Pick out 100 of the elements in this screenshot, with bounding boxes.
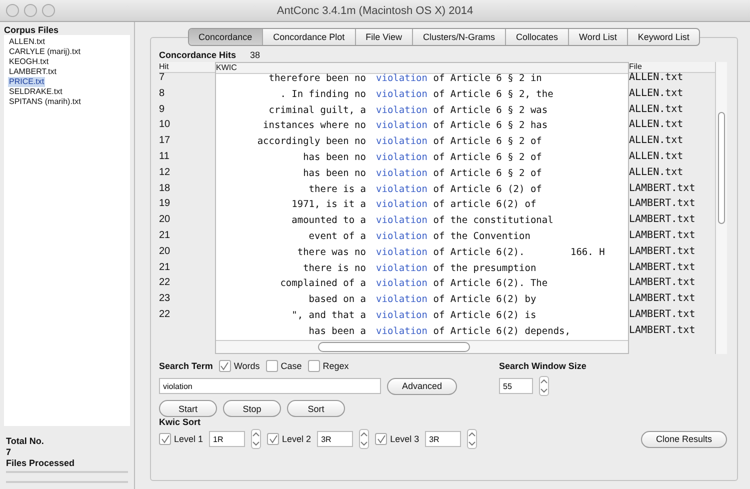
keyword[interactable]: violation	[376, 120, 428, 132]
file-name: LAMBERT.txt	[629, 308, 696, 320]
sort-level-field[interactable]: 1R	[209, 431, 246, 447]
checkbox[interactable]	[375, 433, 388, 445]
corpus-files-heading: Corpus Files	[4, 25, 60, 35]
right-context: of Article 6(2). 166. H	[433, 246, 605, 258]
left-context: accordingly been no	[257, 136, 366, 148]
hit-number: 10	[159, 119, 170, 130]
keyword[interactable]: violation	[376, 326, 428, 337]
action-button[interactable]: Stop	[223, 400, 281, 417]
vertical-scrollbar[interactable]	[715, 62, 727, 354]
total-label: Total No.	[6, 436, 45, 446]
hit-number: 9	[159, 104, 165, 115]
file-name: LAMBERT.txt	[629, 293, 696, 304]
hit-number: 21	[159, 230, 170, 241]
left-context: has been no	[303, 152, 366, 163]
tab[interactable]: Word List	[569, 29, 628, 45]
keyword[interactable]: violation	[376, 294, 428, 306]
kwic-sort-label: Kwic Sort	[159, 417, 202, 427]
tab[interactable]: File View	[356, 29, 413, 45]
left-context: criminal guilt, a	[268, 104, 366, 116]
action-button[interactable]: Sort	[287, 400, 345, 417]
tab[interactable]: Keyword List	[628, 29, 700, 45]
column-header[interactable]: KWIC	[216, 63, 628, 74]
tab[interactable]: Concordance Plot	[263, 29, 356, 45]
tab[interactable]: Collocates	[506, 29, 570, 45]
keyword[interactable]: violation	[376, 88, 428, 100]
stepper-control[interactable]	[539, 376, 549, 396]
keyword[interactable]: violation	[376, 73, 428, 84]
keyword[interactable]: violation	[376, 199, 428, 210]
column-header[interactable]: File	[629, 62, 715, 73]
keyword[interactable]: violation	[376, 184, 428, 195]
left-context: event of a	[308, 230, 366, 242]
right-context: of Article 6(2) by	[433, 294, 536, 306]
column-header[interactable]: Hit	[159, 62, 215, 73]
keyword[interactable]: violation	[376, 262, 428, 274]
file-name: LAMBERT.txt	[629, 246, 696, 257]
keyword[interactable]: violation	[376, 104, 428, 116]
hit-number: 23	[159, 293, 170, 304]
file-name: LAMBERT.txt	[629, 182, 696, 194]
right-context: of Article 6(2). The	[433, 278, 548, 290]
keyword[interactable]: violation	[376, 215, 428, 226]
keyword[interactable]: violation	[376, 278, 428, 290]
left-context: there is no	[303, 262, 366, 274]
stepper-control[interactable]	[467, 429, 478, 449]
file-item[interactable]: LAMBERT.txt	[8, 67, 58, 77]
checkbox-label: Level 2	[282, 434, 312, 444]
hit-number: 11	[159, 150, 170, 162]
action-button[interactable]: Start	[159, 400, 217, 417]
file-name: ALLEN.txt	[629, 88, 684, 99]
keyword[interactable]: violation	[376, 168, 428, 179]
window-size-label: Search Window Size	[499, 361, 586, 371]
file-name: LAMBERT.txt	[629, 277, 696, 288]
hit-number: 8	[159, 88, 165, 99]
keyword[interactable]: violation	[376, 136, 428, 148]
left-context: 1971, is it a	[292, 199, 366, 210]
keyword[interactable]: violation	[376, 152, 428, 163]
clone-results-button[interactable]: Clone Results	[640, 430, 727, 448]
file-name: ALLEN.txt	[629, 166, 684, 178]
checkbox[interactable]	[159, 433, 171, 445]
horizontal-scrollbar[interactable]	[216, 340, 628, 353]
checkbox-label: Case	[280, 361, 302, 371]
right-context: of Article 6 § 2 has	[433, 120, 548, 132]
left-context: . In finding no	[280, 88, 366, 100]
checkbox[interactable]	[218, 360, 231, 372]
keyword[interactable]: violation	[376, 310, 428, 321]
tab[interactable]: Concordance	[188, 29, 264, 45]
checkbox[interactable]	[266, 360, 278, 372]
search-field[interactable]: violation	[159, 378, 381, 394]
checkbox[interactable]	[267, 433, 280, 445]
checkbox[interactable]	[308, 360, 320, 372]
stepper-control[interactable]	[359, 429, 370, 449]
window-size-field[interactable]: 55	[499, 378, 533, 394]
left-context: there is a	[308, 184, 366, 195]
file-item[interactable]: KEOGH.txt	[8, 57, 50, 67]
right-context: of Article 6(2) is	[433, 310, 536, 321]
stepper-control[interactable]	[251, 429, 262, 449]
files-processed-label: Files Processed	[6, 458, 76, 468]
advanced-button[interactable]: Advanced	[387, 378, 458, 394]
file-item[interactable]: SELDRAKE.txt	[8, 87, 64, 97]
file-item[interactable]: CARLYLE (marij).txt	[8, 47, 82, 57]
sort-level-field[interactable]: 3R	[425, 431, 462, 447]
hit-number: 22	[159, 308, 170, 320]
file-item[interactable]: PRICE.txt	[8, 77, 46, 87]
file-name: ALLEN.txt	[629, 135, 684, 146]
right-context: of Article 6 § 2 of	[433, 152, 542, 163]
left-context: has been a	[308, 326, 366, 337]
file-item[interactable]: ALLEN.txt	[8, 37, 46, 47]
file-name: ALLEN.txt	[629, 72, 684, 83]
hits-label: Concordance Hits	[159, 50, 236, 60]
keyword[interactable]: violation	[376, 246, 428, 258]
keyword[interactable]: violation	[376, 230, 428, 242]
checkbox-label: Words	[234, 361, 260, 371]
window-title: AntConc 3.4.1m (Macintosh OS X) 2014	[276, 4, 474, 16]
file-name: LAMBERT.txt	[629, 230, 696, 241]
tab[interactable]: Clusters/N-Grams	[413, 29, 506, 45]
file-item[interactable]: SPITANS (marih).txt	[8, 97, 82, 107]
sort-level-field[interactable]: 3R	[317, 431, 354, 447]
left-context: ", and that a	[292, 310, 366, 321]
hit-number: 7	[159, 72, 165, 83]
